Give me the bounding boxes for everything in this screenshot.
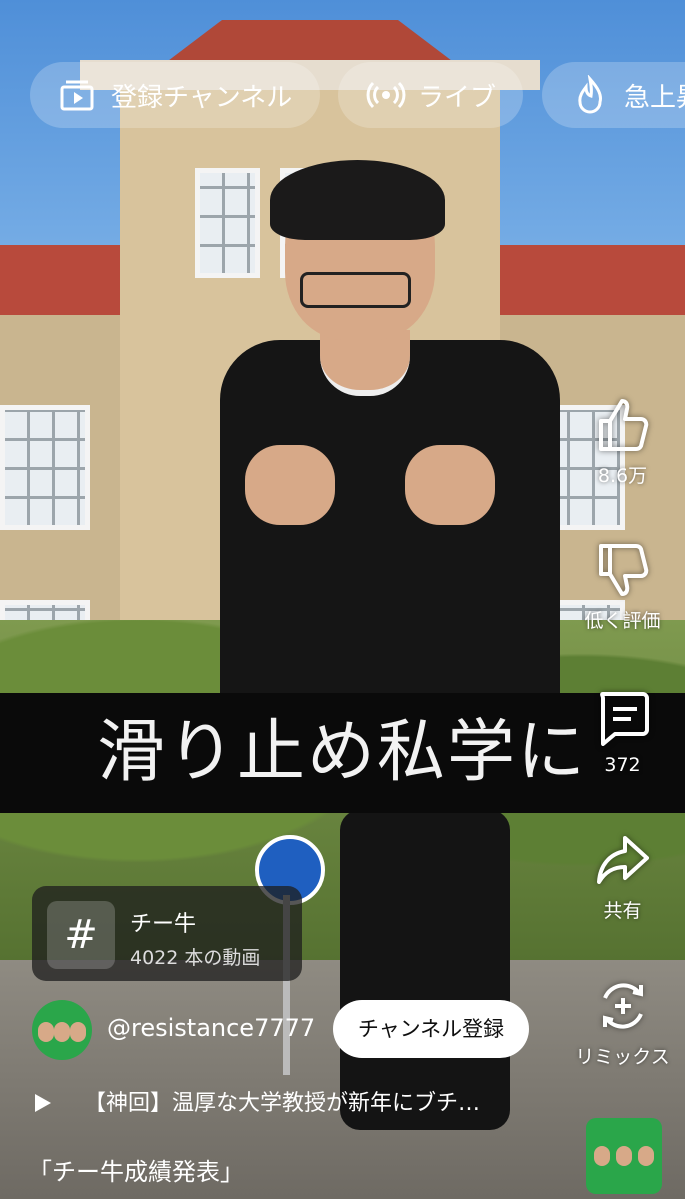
video-title: 【神回】温厚な大学教授が新年にブチ… <box>84 1091 481 1116</box>
person-hand-right <box>405 445 495 525</box>
hashtag-video-count: 4022 本の動画 <box>130 947 261 969</box>
subscribe-button[interactable]: チャンネル登録 <box>333 1000 529 1058</box>
remix-label: リミックス <box>575 1046 670 1068</box>
dislike-button[interactable]: 低く評価 <box>560 540 685 633</box>
comment-icon <box>599 692 649 746</box>
subscriptions-icon <box>60 80 94 111</box>
share-button[interactable]: 共有 <box>560 830 685 923</box>
play-icon <box>35 1094 51 1112</box>
hashtag-card[interactable]: # チー牛 4022 本の動画 <box>32 886 302 981</box>
hashtag-title: チー牛 <box>130 912 197 937</box>
remix-icon <box>602 983 643 1029</box>
person-hand-left <box>245 445 335 525</box>
chip-label: 登録チャンネル <box>111 82 293 113</box>
comments-button[interactable]: 372 <box>560 688 685 776</box>
roof-left <box>0 245 140 315</box>
trending-flame-icon <box>578 75 602 114</box>
video-description: 「チー牛成績発表」 <box>28 1158 244 1186</box>
video-title-row[interactable]: 【神回】温厚な大学教授が新年にブチ… <box>35 1085 480 1117</box>
person-glasses <box>300 272 411 308</box>
chip-label: 急上昇 <box>624 82 685 113</box>
thumbnail-face <box>616 1146 632 1166</box>
avatar-face <box>54 1022 70 1042</box>
like-button[interactable]: 8.6万 <box>560 395 685 488</box>
window <box>195 168 260 278</box>
avatar-face <box>70 1022 86 1042</box>
thumbs-up-icon <box>598 399 648 451</box>
chip-subscriptions[interactable]: 登録チャンネル <box>30 62 320 128</box>
live-icon <box>366 81 406 109</box>
chip-trending[interactable]: 急上昇 <box>542 62 685 128</box>
hashtag-icon: # <box>47 901 115 969</box>
avatar-face <box>38 1022 54 1042</box>
person-hair <box>270 160 445 240</box>
thumbnail-face <box>594 1146 610 1166</box>
dislike-label: 低く評価 <box>584 610 661 632</box>
window <box>0 405 90 530</box>
chip-live[interactable]: ライブ <box>338 62 523 128</box>
channel-handle[interactable]: @resistance7777 <box>107 1014 315 1042</box>
like-count: 8.6万 <box>597 465 648 487</box>
thumbnail-face <box>638 1146 654 1166</box>
thumbs-down-icon <box>598 544 648 596</box>
person-legs <box>340 810 510 1130</box>
person-torso <box>220 340 560 710</box>
channel-avatar[interactable] <box>32 1000 92 1060</box>
share-arrow-icon <box>596 836 649 884</box>
roof-right <box>480 245 685 315</box>
sound-thumbnail[interactable] <box>586 1118 662 1194</box>
comment-count: 372 <box>604 754 641 776</box>
chip-label: ライブ <box>418 82 497 113</box>
remix-button[interactable]: リミックス <box>560 976 685 1069</box>
share-label: 共有 <box>603 900 642 922</box>
